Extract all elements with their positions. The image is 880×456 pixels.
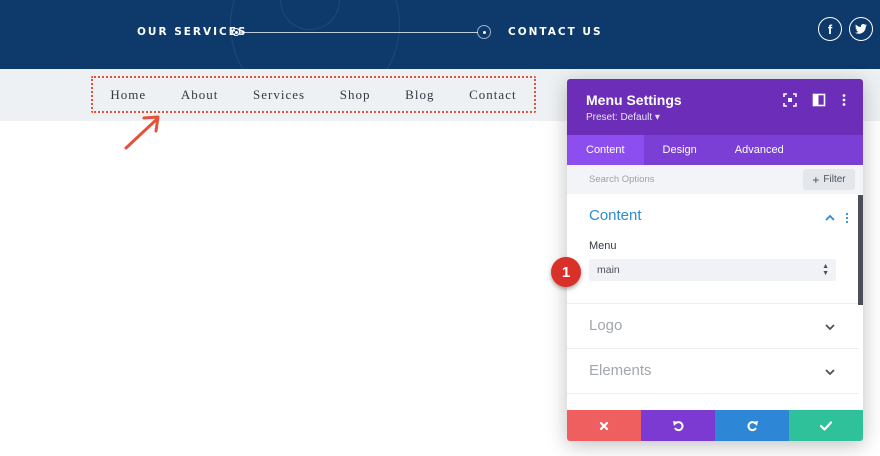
panel-tabs: Content Design Advanced xyxy=(567,135,863,165)
contact-us-link[interactable]: CONTACT US xyxy=(508,26,603,38)
annotation-arrow-icon xyxy=(124,115,160,150)
redo-icon xyxy=(746,421,758,432)
plus-icon: + xyxy=(812,172,820,187)
close-icon xyxy=(599,421,609,430)
cancel-button[interactable] xyxy=(567,410,641,441)
tab-design[interactable]: Design xyxy=(644,135,716,165)
fullscreen-icon[interactable] xyxy=(783,93,797,107)
menu-field-label: Menu xyxy=(589,240,617,252)
facebook-glyph: f xyxy=(827,21,833,37)
timeline-line xyxy=(240,32,478,33)
select-arrows-icon: ▲ ▼ xyxy=(822,263,829,277)
filter-label: Filter xyxy=(823,174,846,185)
search-options-input[interactable]: Search Options + Filter xyxy=(567,165,863,194)
twitter-icon[interactable] xyxy=(849,17,873,41)
section-content: Content Menu main ▲ ▼ xyxy=(567,194,859,304)
chevron-up-icon[interactable] xyxy=(824,212,836,224)
menu-item-home[interactable]: Home xyxy=(110,87,146,103)
redo-button[interactable] xyxy=(715,410,789,441)
check-icon xyxy=(820,420,832,431)
our-services-link[interactable]: OUR SERVICES xyxy=(137,26,248,38)
section-content-title[interactable]: Content xyxy=(589,207,642,224)
twitter-glyph xyxy=(855,24,867,34)
chevron-down-icon[interactable] xyxy=(824,321,836,333)
top-header: OUR SERVICES CONTACT US f xyxy=(0,0,880,69)
menu-item-blog[interactable]: Blog xyxy=(405,87,434,103)
chevron-down-icon[interactable] xyxy=(824,366,836,378)
tab-advanced[interactable]: Advanced xyxy=(716,135,803,165)
preset-dropdown[interactable]: Preset: Default ▾ xyxy=(586,112,660,123)
search-placeholder: Search Options xyxy=(589,174,655,185)
page: OUR SERVICES CONTACT US f Home About Ser… xyxy=(0,0,880,456)
section-logo-title: Logo xyxy=(589,317,623,334)
undo-icon xyxy=(672,421,684,432)
tab-content[interactable]: Content xyxy=(567,135,644,165)
facebook-icon[interactable]: f xyxy=(818,17,842,41)
section-elements-title: Elements xyxy=(589,362,652,379)
section-logo[interactable]: Logo xyxy=(567,304,859,349)
main-menu: Home About Services Shop Blog Contact xyxy=(93,78,534,111)
save-button[interactable] xyxy=(789,410,863,441)
more-options-icon[interactable] xyxy=(837,93,851,107)
timeline-dot xyxy=(232,28,240,36)
undo-button[interactable] xyxy=(641,410,715,441)
menu-select-value: main xyxy=(597,264,620,276)
step-number-badge: 1 xyxy=(551,257,581,287)
panel-scrollbar[interactable] xyxy=(858,195,863,305)
panel-title: Menu Settings xyxy=(586,92,682,108)
menu-item-contact[interactable]: Contact xyxy=(469,87,516,103)
menu-item-services[interactable]: Services xyxy=(253,87,305,103)
menu-item-about[interactable]: About xyxy=(181,87,219,103)
menu-select[interactable]: main ▲ ▼ xyxy=(589,259,836,281)
filter-button[interactable]: + Filter xyxy=(803,169,855,190)
panel-footer xyxy=(567,410,863,441)
section-elements[interactable]: Elements xyxy=(567,349,859,394)
menu-settings-panel: Menu Settings Preset: Default ▾ Content … xyxy=(567,79,863,441)
panel-header: Menu Settings Preset: Default ▾ xyxy=(567,79,863,135)
menu-item-shop[interactable]: Shop xyxy=(340,87,371,103)
split-view-icon[interactable] xyxy=(812,93,826,107)
section-more-icon[interactable] xyxy=(844,212,850,224)
timeline-dot xyxy=(477,25,491,39)
